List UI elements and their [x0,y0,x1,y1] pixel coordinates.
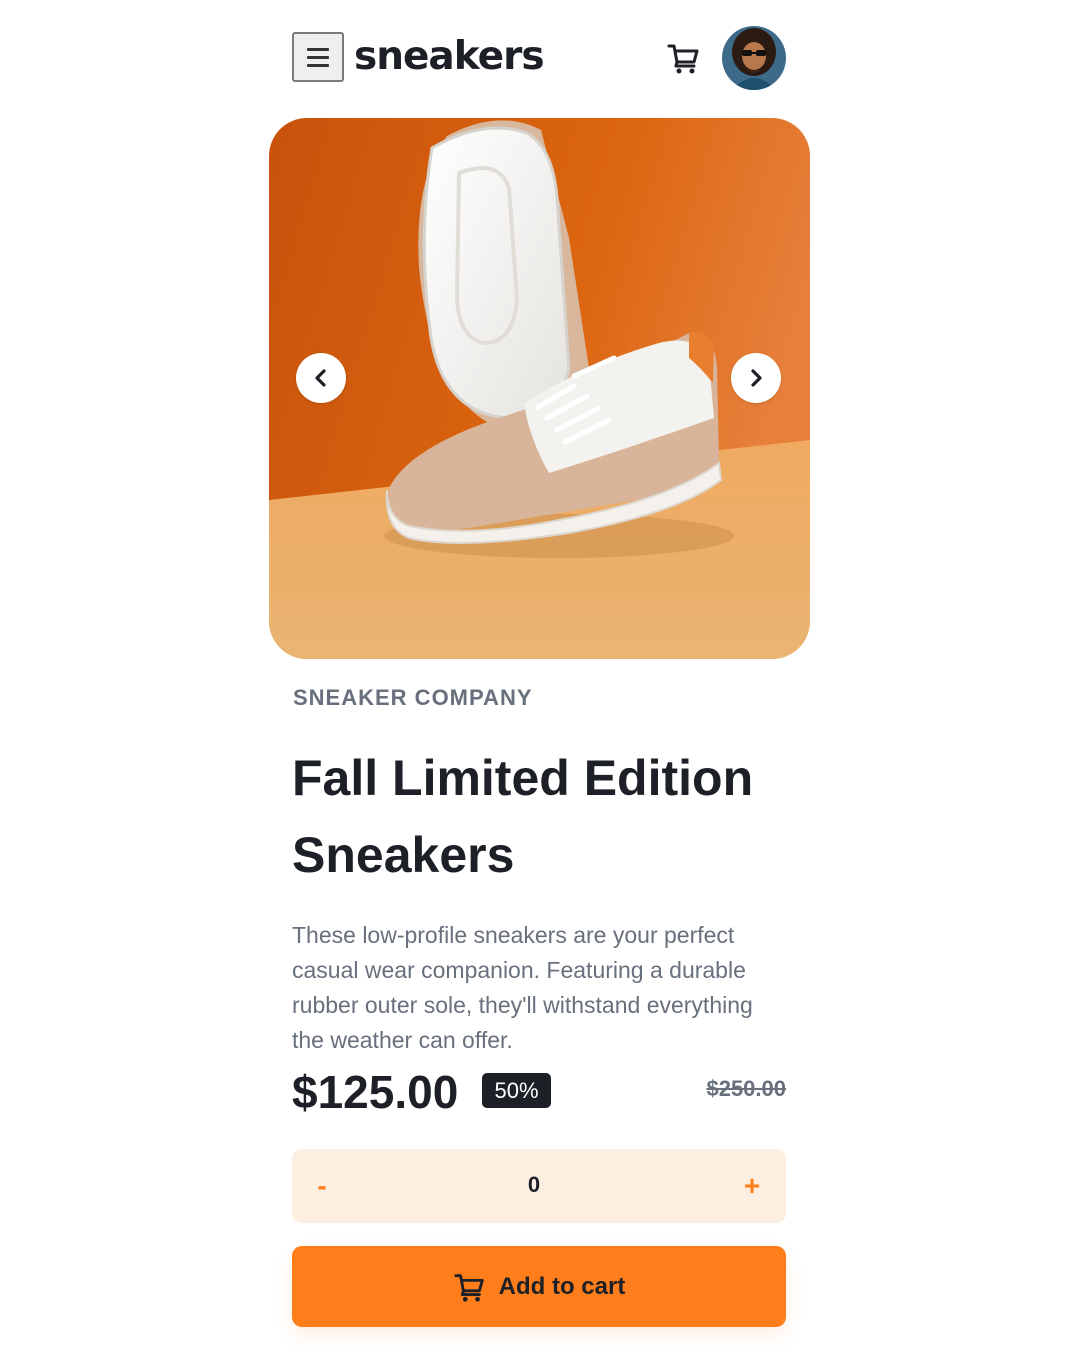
cart-button[interactable] [666,40,702,76]
quantity-stepper: - 0 + [292,1149,786,1223]
product-description: These low-profile sneakers are your perf… [292,922,753,1053]
avatar-image [722,26,786,90]
next-image-button[interactable] [731,353,781,403]
quantity-value: 0 [527,1172,541,1197]
current-price: $125.00 [292,1066,459,1118]
hamburger-menu-icon-bar [307,55,329,59]
menu-button[interactable] [292,32,344,82]
company-name: SNEAKER COMPANY [293,685,533,710]
chevron-left-icon [315,369,326,387]
site-header: sneakers [292,24,788,94]
site-logo[interactable]: sneakers [354,32,545,82]
decrease-quantity-button[interactable]: - [292,1149,352,1223]
hamburger-menu-icon [307,47,329,51]
increase-quantity-button[interactable]: + [722,1149,782,1223]
add-to-cart-label: Add to cart [498,1272,626,1300]
original-price: $250.00 [706,1076,786,1101]
chevron-right-icon [751,369,762,387]
hamburger-menu-icon-bar [307,63,329,67]
product-image [269,118,810,659]
previous-image-button[interactable] [296,353,346,403]
cart-icon [454,1273,484,1302]
product-title-line-1: Fall Limited Edition [292,750,754,806]
user-avatar[interactable] [722,26,786,90]
cart-icon [667,44,699,74]
discount-badge: 50% [482,1073,551,1108]
product-title: Fall Limited Edition Sneakers [292,740,792,894]
add-to-cart-button[interactable]: Add to cart [292,1246,786,1327]
product-page: sneakers SNEAKER COMPANY Fall Limited Ed… [0,0,1080,1350]
product-title-line-2: Sneakers [292,827,515,883]
product-gallery [269,118,810,659]
